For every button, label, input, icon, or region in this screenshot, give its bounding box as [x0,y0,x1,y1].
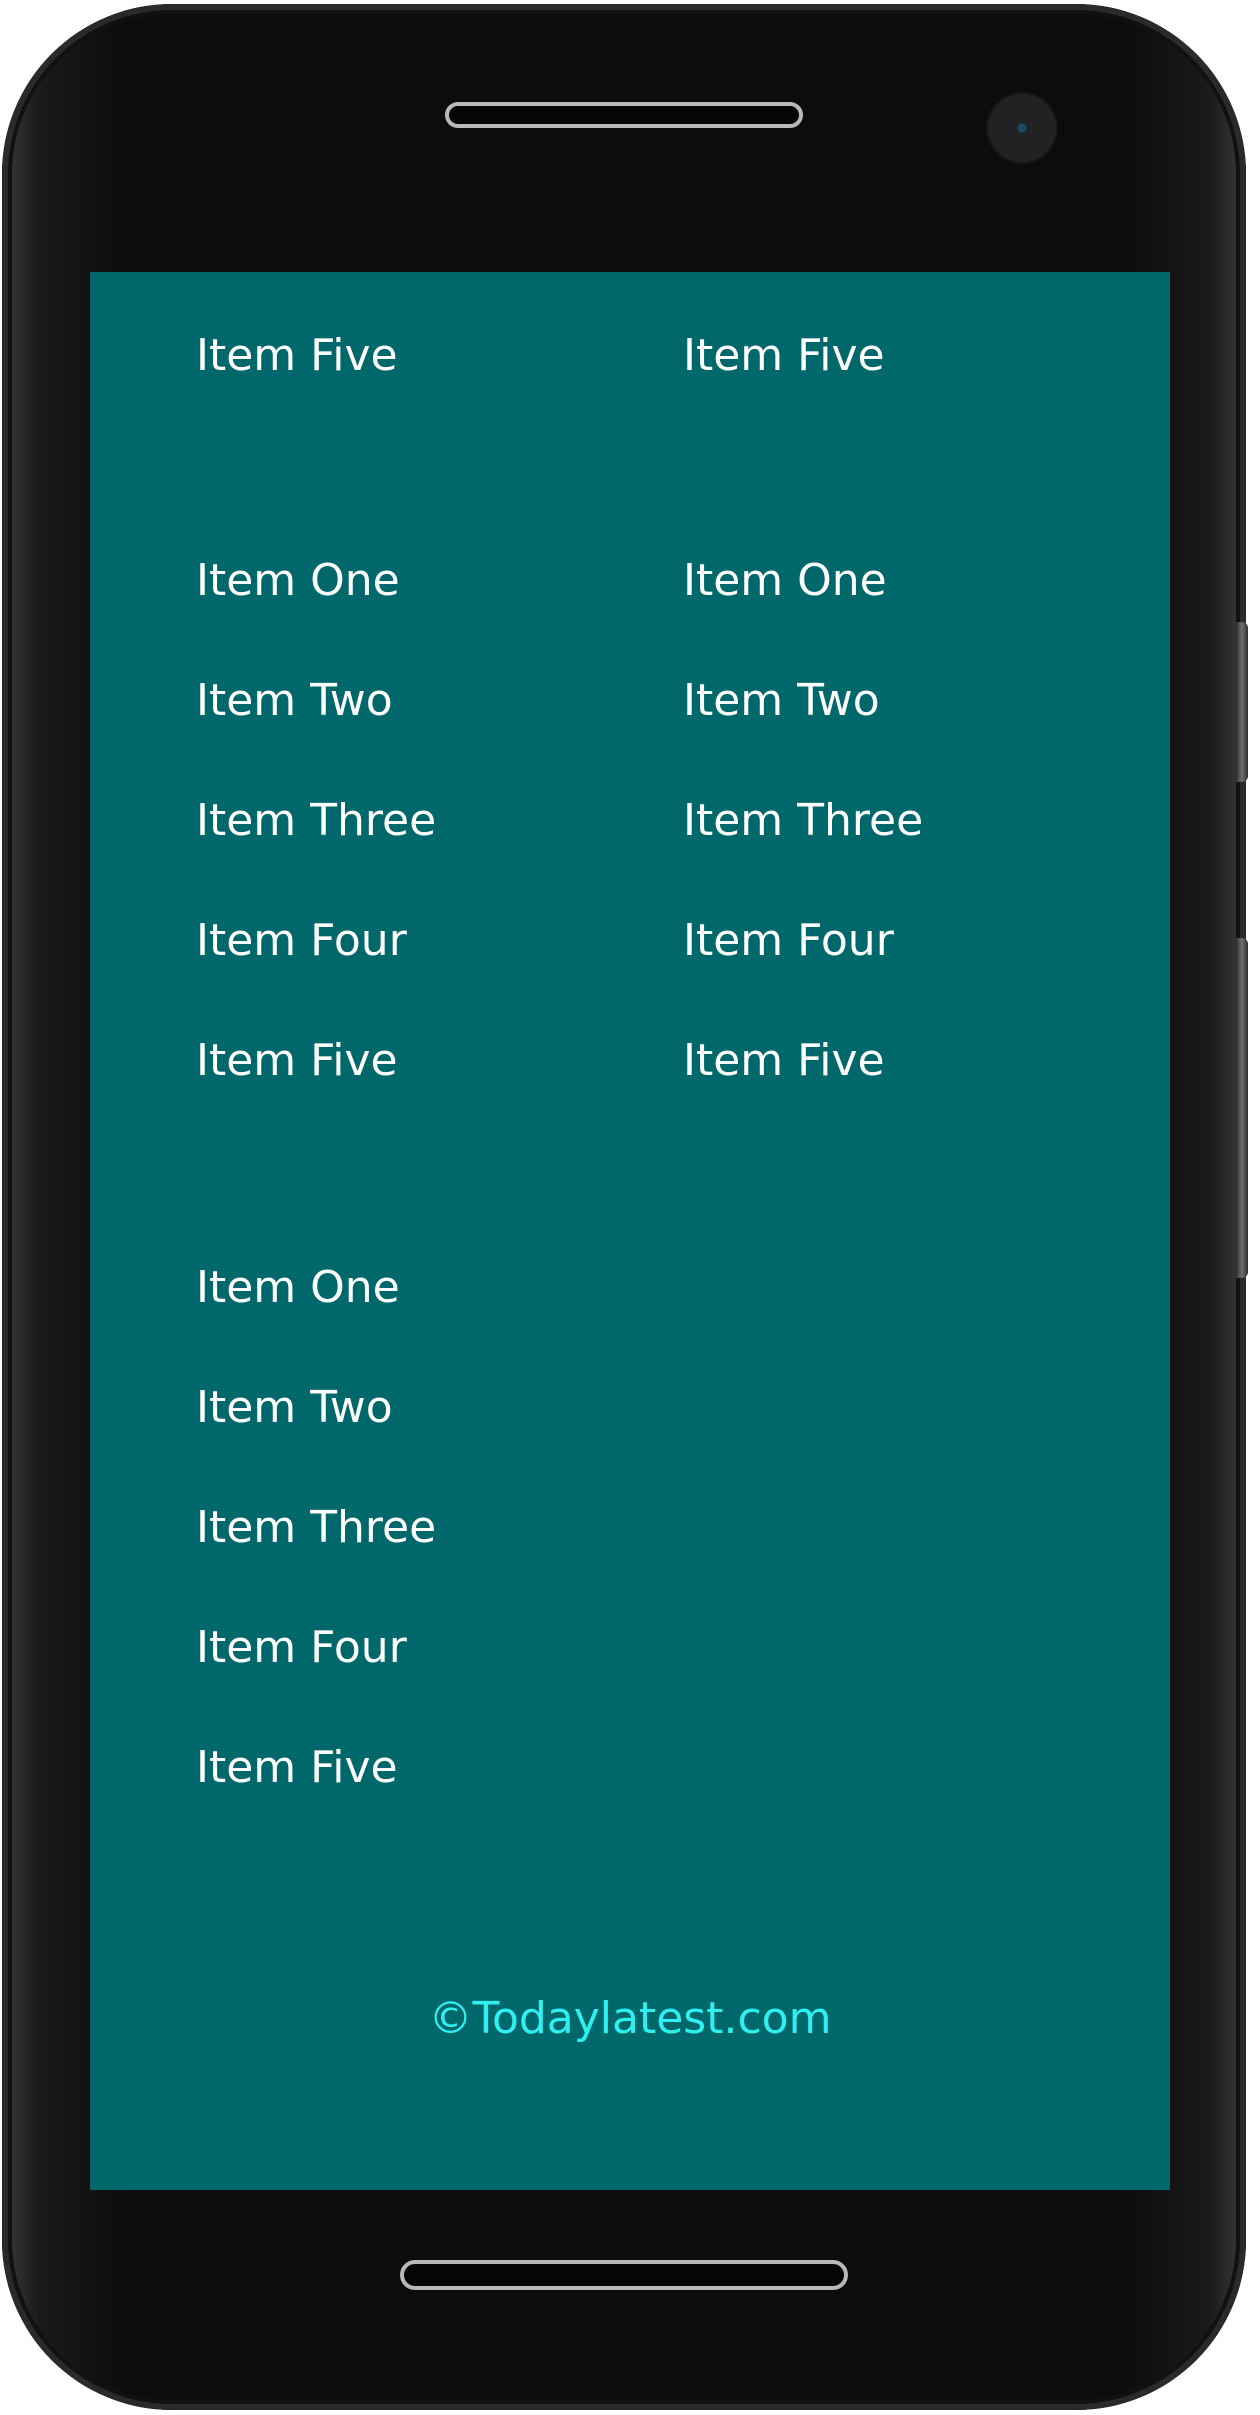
list-item[interactable]: Item Four [196,913,407,969]
list-item[interactable]: Item Five [196,1740,398,1796]
volume-rocker[interactable] [1236,938,1248,1278]
list-item[interactable]: Item Five [196,328,398,384]
speaker-grille-icon [445,102,803,128]
list-item[interactable]: Item One [196,1260,400,1316]
list-item[interactable]: Item Five [196,1033,398,1089]
list-item[interactable]: Item Two [196,673,393,729]
app-screen: Item Five Item Five Item One Item One It… [90,272,1170,2190]
list-item[interactable]: Item Three [196,793,436,849]
list-item[interactable]: Item Two [196,1380,393,1436]
list-item[interactable]: Item Four [196,1620,407,1676]
list-item[interactable]: Item One [196,553,400,609]
list-item[interactable]: Item One [683,553,887,609]
list-item[interactable]: Item Two [683,673,880,729]
list-item[interactable]: Item Five [683,1033,885,1089]
front-camera-icon [988,94,1056,162]
list-item[interactable]: Item Three [683,793,923,849]
home-bar-icon[interactable] [400,2260,848,2290]
list-item[interactable]: Item Five [683,328,885,384]
list-item[interactable]: Item Four [683,913,894,969]
footer-credit: ©Todaylatest.com [428,1993,832,2044]
list-item[interactable]: Item Three [196,1500,436,1556]
power-button[interactable] [1236,622,1248,782]
